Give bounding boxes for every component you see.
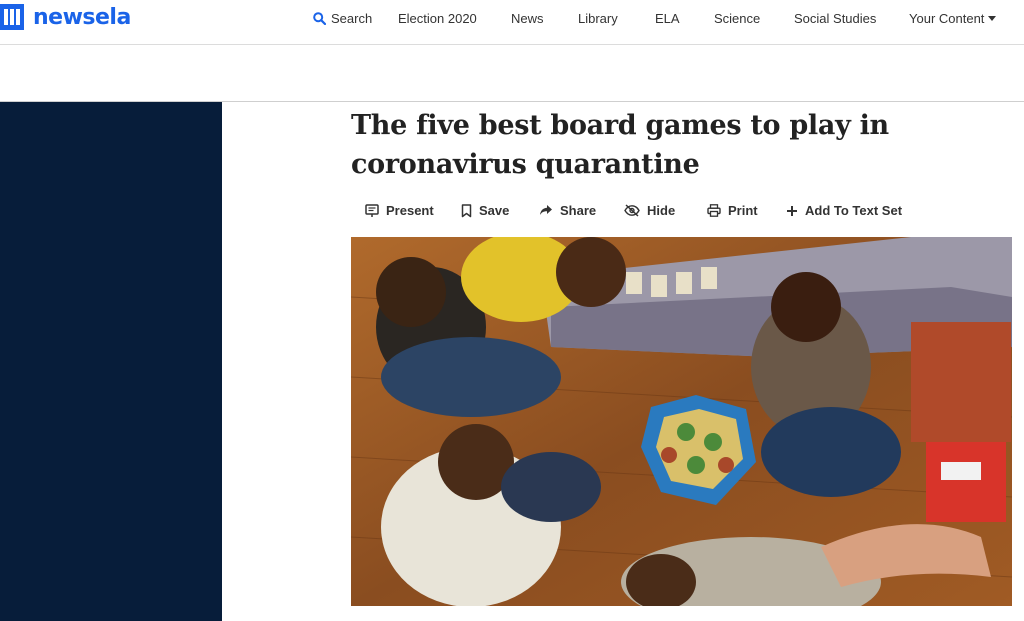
printer-icon [707,204,721,217]
share-label: Share [560,203,597,218]
nav-item-ela[interactable]: ELA [655,11,680,26]
add-to-text-set-label: Add To Text Set [805,203,903,218]
nav-search-label: Search [331,11,373,26]
print-button[interactable]: Print [707,203,758,218]
article-title: The five best board games to play in cor… [351,106,971,184]
article-hero-image [351,237,1012,606]
eye-slash-icon [624,204,640,217]
top-navigation: newsela Search Election 2020 News Librar… [0,0,1024,45]
newsela-logo[interactable]: newsela [0,4,131,30]
nav-item-your-content[interactable]: Your Content [909,11,997,26]
share-arrow-icon [540,205,552,215]
your-content-label: Your Content [909,11,985,26]
share-button[interactable]: Share [539,203,596,218]
board-game-photo [351,237,1012,606]
article-title-line-2: coronavirus quarantine [351,149,700,180]
nav-item-news[interactable]: News [511,11,544,26]
left-sidebar-panel [0,102,222,621]
present-icon [365,203,379,217]
nav-item-election-2020[interactable]: Election 2020 [398,11,477,26]
nav-item-science[interactable]: Science [714,11,760,26]
add-to-text-set-button[interactable]: Add To Text Set [786,203,902,218]
brand-name: newsela [33,4,131,30]
save-label: Save [479,203,510,218]
article-title-line-1: The five best board games to play in [351,110,889,141]
nav-item-social-studies[interactable]: Social Studies [794,11,876,26]
hide-label: Hide [647,203,676,218]
chevron-down-icon [988,16,997,21]
nav-item-library[interactable]: Library [578,11,618,26]
nav-search[interactable]: Search [313,11,372,26]
newsela-logo-icon [0,4,24,30]
present-button[interactable]: Present [365,203,434,218]
print-label: Print [728,203,758,218]
save-button[interactable]: Save [461,203,509,218]
plus-icon [787,205,797,216]
hide-button[interactable]: Hide [624,203,675,218]
present-label: Present [386,203,434,218]
search-icon [313,12,326,25]
bookmark-icon [461,203,472,217]
